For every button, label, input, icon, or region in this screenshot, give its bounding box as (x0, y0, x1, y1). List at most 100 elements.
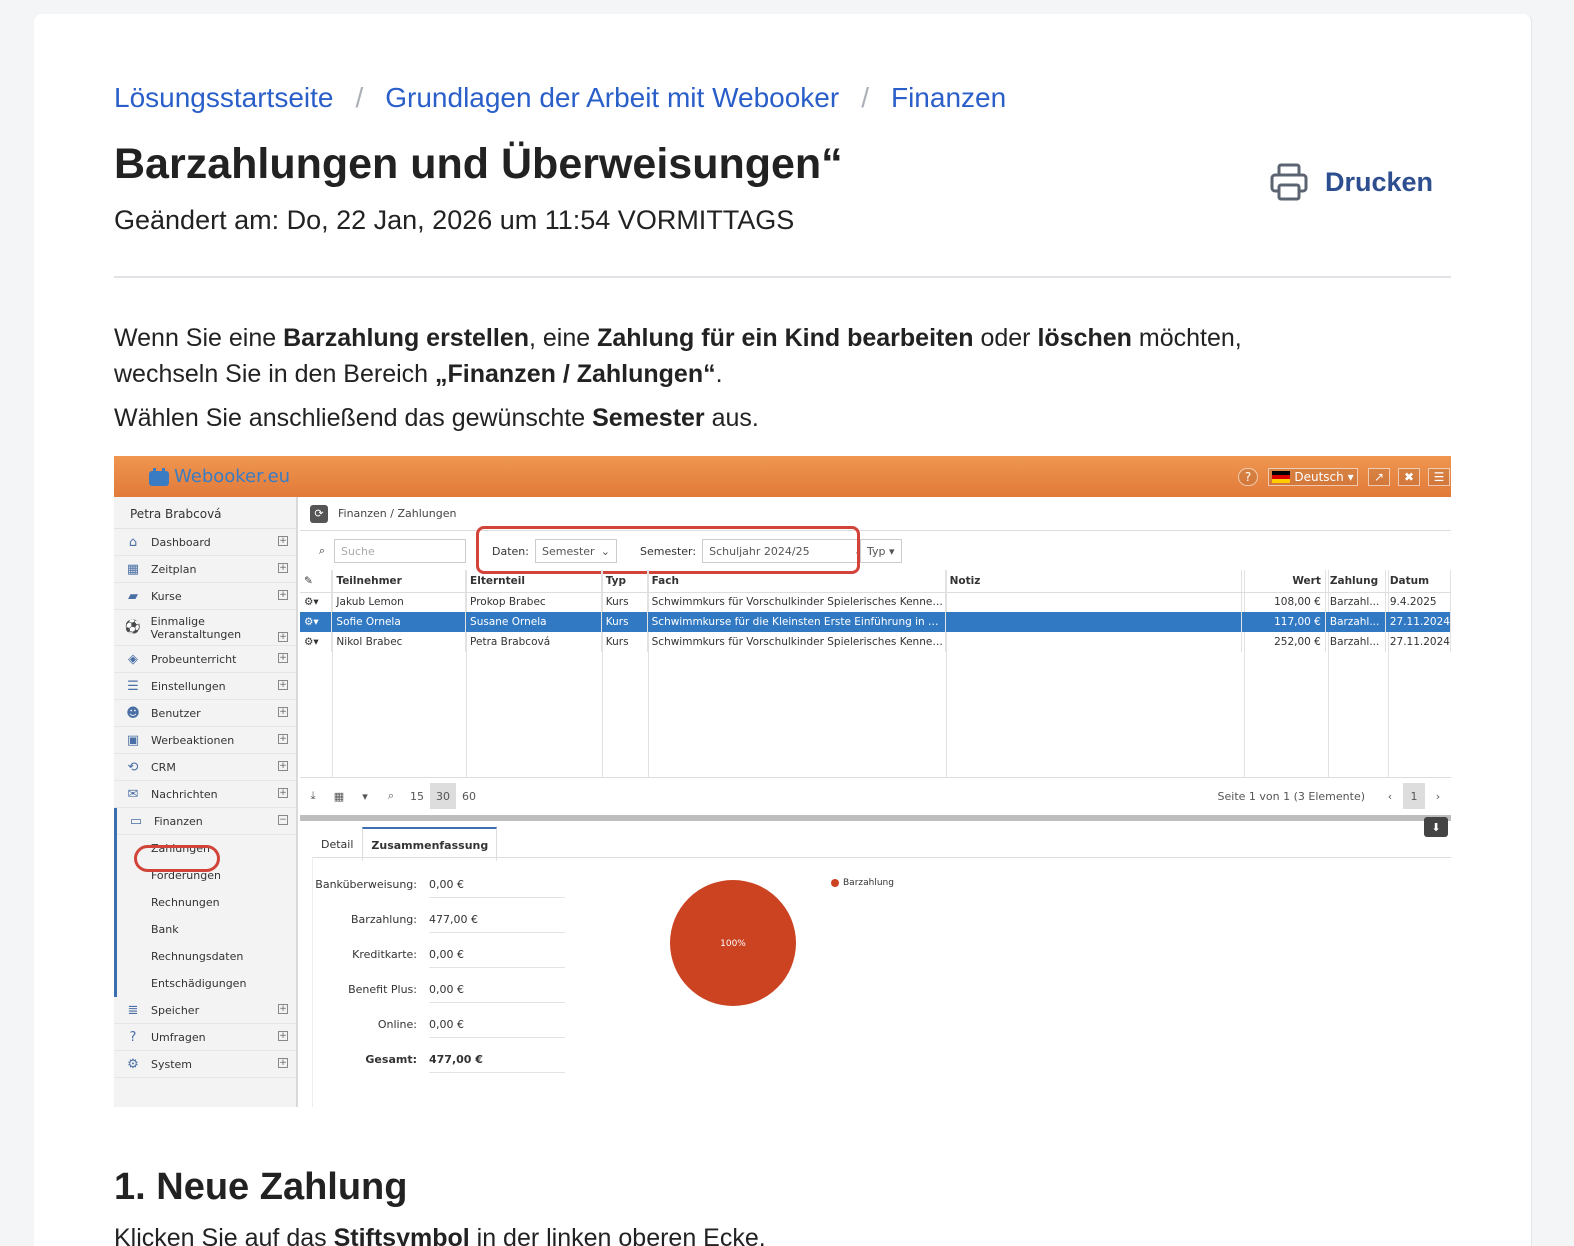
sidebar-item-kurse[interactable]: ▰ Kurse + (114, 583, 296, 610)
table-row[interactable]: ⚙▾ Nikol Brabec Petra Brabcová Kurs Schwimmk… (300, 632, 1451, 652)
sidebar-item-system[interactable]: ⚙ System + (114, 1051, 296, 1078)
row-gear-icon[interactable]: ⚙▾ (300, 592, 333, 612)
search-input[interactable]: Suche (334, 539, 466, 563)
legend-dot-icon (831, 879, 839, 887)
column-header[interactable]: Wert (1241, 570, 1326, 593)
sidebar-subitem-rechnungen[interactable]: Rechnungen (117, 889, 296, 916)
sidebar-item-werbeaktionen[interactable]: ▣ Werbeaktionen + (114, 727, 296, 754)
sidebar-item-einmalige-veranstaltungen[interactable]: ⚽ Einmalige Veranstaltungen + (114, 610, 296, 646)
sidebar-item-probeunterricht[interactable]: ◈ Probeunterricht + (114, 646, 296, 673)
expand-square-icon[interactable]: + (278, 653, 288, 663)
table-cell: Kurs (601, 592, 648, 612)
breadcrumb-home-link[interactable]: Lösungsstartseite (114, 82, 333, 114)
table-cell (945, 592, 1243, 612)
typ-filter[interactable]: Typ ▾ (860, 537, 902, 565)
sidebar-item-label: Kurse (151, 589, 182, 603)
app-header: ⟳ Finanzen / Zahlungen (300, 497, 1451, 531)
table-cell: Kurs (601, 632, 648, 652)
expand-square-icon[interactable]: + (278, 632, 288, 642)
summary-panel: Banküberweisung: 0,00 € Barzahlung: 477,00 … (312, 857, 1451, 1107)
expand-square-icon[interactable]: + (278, 1058, 288, 1068)
download-icon[interactable]: ⤓ (300, 783, 326, 809)
table-row[interactable]: ⚙▾ Sofie Ornela Susane Ornela Kurs Schwimmku… (300, 612, 1451, 632)
page-size-60[interactable]: 60 (456, 783, 482, 809)
handshake-icon: ⟲ (127, 759, 139, 775)
summary-key: Online: (377, 1018, 417, 1031)
sidebar-subitem-rechnungsdaten[interactable]: Rechnungsdaten (117, 943, 296, 970)
language-select[interactable]: Deutsch ▾ (1268, 468, 1358, 486)
expand-square-icon[interactable]: + (278, 788, 288, 798)
expand-square-icon[interactable]: + (278, 1031, 288, 1041)
chevron-right-icon[interactable]: › (1425, 783, 1451, 809)
collapse-square-icon[interactable]: − (278, 815, 288, 825)
pie-label: 100% (720, 939, 746, 949)
column-header[interactable]: Fach (647, 570, 946, 593)
expand-square-icon[interactable]: + (278, 590, 288, 600)
expand-square-icon[interactable]: + (278, 563, 288, 573)
table-cell: 27.11.2024 (1385, 632, 1451, 652)
edit-pencil-icon[interactable]: ✎ (300, 570, 333, 593)
gift-icon: ▣ (126, 732, 140, 748)
table-cell: Kurs (601, 612, 648, 632)
page-size-15[interactable]: 15 (404, 783, 430, 809)
chevron-left-icon[interactable]: ‹ (1377, 783, 1403, 809)
column-header[interactable]: Notiz (945, 570, 1243, 593)
menu-icon[interactable]: ☰ (1428, 468, 1450, 486)
help-icon[interactable]: ? (1238, 468, 1258, 486)
expand-square-icon[interactable]: + (278, 536, 288, 546)
sidebar-item-einstellungen[interactable]: ☰ Einstellungen + (114, 673, 296, 700)
summary-value: 477,00 € (429, 913, 565, 933)
tab-summary[interactable]: Zusammenfassung (362, 827, 498, 861)
splitter[interactable] (300, 815, 1451, 821)
expand-square-icon[interactable]: + (278, 761, 288, 771)
expand-square-icon[interactable]: + (278, 707, 288, 717)
current-page[interactable]: 1 (1403, 783, 1425, 809)
close-circle-icon[interactable]: ✖ (1398, 468, 1420, 486)
collapse-icon[interactable]: ⬇ (1424, 817, 1448, 837)
tab-detail[interactable]: Detail (312, 827, 362, 861)
search-box[interactable]: ⌕ Suche (310, 537, 466, 565)
sidebar-item-dashboard[interactable]: ⌂ Dashboard + (114, 529, 296, 556)
typ-dropdown[interactable]: Typ ▾ (860, 539, 902, 563)
breadcrumb-separator: / (861, 82, 869, 113)
sidebar-item-umfragen[interactable]: ? Umfragen + (114, 1024, 296, 1051)
column-header[interactable]: Typ (601, 570, 648, 593)
expand-square-icon[interactable]: + (278, 734, 288, 744)
breadcrumb-basics-link[interactable]: Grundlagen der Arbeit mit Webooker (385, 82, 839, 114)
expand-square-icon[interactable]: + (278, 680, 288, 690)
row-gear-icon[interactable]: ⚙▾ (300, 632, 333, 652)
print-button[interactable]: Drucken (1269, 162, 1433, 202)
column-header[interactable]: Elternteil (465, 570, 602, 593)
highlight-frame-filter (476, 526, 860, 574)
refresh-icon[interactable]: ⟳ (310, 504, 328, 523)
sidebar-subitem-entschädigungen[interactable]: Entschädigungen (117, 970, 296, 997)
column-header[interactable]: Teilnehmer (331, 570, 467, 593)
table-cell: Barzahl... (1325, 592, 1386, 612)
column-header[interactable]: Zahlung (1325, 570, 1386, 593)
summary-value: 0,00 € (429, 878, 565, 898)
expand-square-icon[interactable]: + (278, 1004, 288, 1014)
page-size-30[interactable]: 30 (430, 783, 456, 809)
table-row[interactable]: ⚙▾ Jakub Lemon Prokop Brabec Kurs Schwimmkur… (300, 592, 1451, 612)
table-cell: Petra Brabcová (465, 632, 602, 652)
table-icon[interactable]: ▦ (326, 783, 352, 809)
search-icon[interactable]: ⌕ (378, 783, 404, 809)
table-cell: 108,00 € (1241, 592, 1326, 612)
sidebar-item-benutzer[interactable]: ☻ Benutzer + (114, 700, 296, 727)
sidebar-item-zeitplan[interactable]: ▦ Zeitplan + (114, 556, 296, 583)
breadcrumb-finance-link[interactable]: Finanzen (891, 82, 1006, 114)
table-cell: Barzahl... (1325, 632, 1386, 652)
sidebar-item-finanzen[interactable]: ▭ Finanzen − (117, 808, 296, 835)
sidebar-subitem-bank[interactable]: Bank (117, 916, 296, 943)
sidebar-item-crm[interactable]: ⟲ CRM + (114, 754, 296, 781)
caret-down-icon[interactable]: ▾ (352, 783, 378, 809)
sidebar-item-speicher[interactable]: ≣ Speicher + (114, 997, 296, 1024)
sidebar-item-label: Werbeaktionen (151, 733, 235, 747)
sidebar-item-nachrichten[interactable]: ✉ Nachrichten + (114, 781, 296, 808)
external-link-icon[interactable]: ↗ (1368, 468, 1390, 486)
summary-row: Banküberweisung: 0,00 € (313, 878, 565, 898)
article-card: Lösungsstartseite / Grundlagen der Arbei… (34, 14, 1532, 1246)
summary-row: Gesamt: 477,00 € (313, 1053, 565, 1073)
column-header[interactable]: Datum (1385, 570, 1451, 593)
row-gear-icon[interactable]: ⚙▾ (300, 612, 333, 632)
